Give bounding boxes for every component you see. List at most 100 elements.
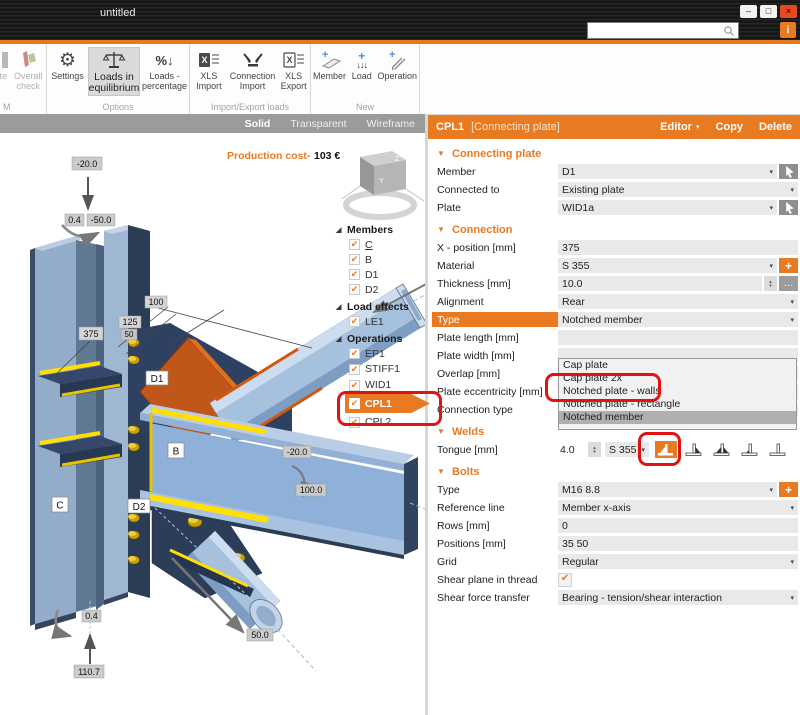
thickness-input[interactable]: 10.0 (558, 276, 762, 291)
close-button[interactable]: × (780, 5, 797, 18)
loads-percentage-button[interactable]: %↓ Loads - percentage (140, 47, 189, 92)
weld-type-butt[interactable] (767, 441, 789, 458)
tree-item-b[interactable]: ✔B (336, 252, 428, 267)
xls-import-icon: X (198, 48, 220, 72)
new-operation-button[interactable]: + Operation (375, 47, 419, 83)
field-alignment: Alignment Rear▾ (428, 294, 800, 309)
maximize-button[interactable]: □ (760, 5, 777, 18)
editor-menu-button[interactable]: Editor (660, 121, 692, 133)
tree-item-d1[interactable]: ✔D1 (336, 267, 428, 282)
svg-text:+: + (389, 49, 395, 61)
ribbon-group-options: ⚙ Settings Loads in equilibrium (47, 44, 190, 114)
new-member-button[interactable]: + Member (311, 47, 348, 83)
search-input[interactable] (587, 22, 739, 39)
shear-plane-checkbox[interactable]: ✔ (558, 573, 572, 587)
type-select[interactable]: Notched member▾ (558, 312, 798, 327)
bolt-type-select[interactable]: M16 8.8▾ (558, 482, 777, 497)
section-bolts[interactable]: ▼Bolts (428, 464, 800, 479)
load-label: 0.4 (65, 214, 84, 226)
operation-type: [Connecting plate] (471, 121, 560, 133)
tab-solid[interactable]: Solid (245, 118, 271, 130)
svg-text:C: C (56, 501, 63, 512)
connection-import-button[interactable]: Connection Import (228, 47, 278, 92)
balance-scale-icon (102, 48, 126, 72)
positions-input[interactable]: 35 50 (558, 536, 798, 551)
tab-transparent[interactable]: Transparent (290, 118, 346, 130)
load-label: 100.0 (296, 484, 326, 496)
pick-in-scene-button[interactable] (779, 200, 798, 215)
new-load-button[interactable]: + ↓↓↓ Load (348, 47, 375, 83)
checkbox-icon[interactable]: ✔ (349, 348, 360, 359)
checkbox-icon[interactable]: ✔ (349, 316, 360, 327)
dimension-label: 375 (79, 327, 103, 340)
calculate-button-partial[interactable]: te (0, 47, 11, 83)
checkbox-icon[interactable]: ✔ (349, 284, 360, 295)
tongue-input[interactable]: 4.0 (558, 442, 586, 457)
plate-select[interactable]: WID1a▾ (558, 200, 777, 215)
tree-item-stiff1[interactable]: ✔STIFF1 (336, 361, 428, 377)
add-bolt-assembly-button[interactable]: + (779, 482, 798, 497)
svg-text:100: 100 (148, 297, 163, 307)
section-connection[interactable]: ▼Connection (428, 222, 800, 237)
new-operation-icon: + (384, 48, 410, 72)
rows-input[interactable]: 0 (558, 518, 798, 533)
settings-button[interactable]: ⚙ Settings (47, 47, 88, 83)
member-select[interactable]: D1▾ (558, 164, 777, 179)
checkbox-icon[interactable]: ✔ (349, 380, 360, 391)
panel-header: CPL1 [Connecting plate] Editor ▾ Copy De… (428, 115, 800, 139)
alignment-select[interactable]: Rear▾ (558, 294, 798, 309)
add-material-button[interactable]: + (779, 258, 798, 273)
checkbox-icon[interactable]: ✔ (349, 364, 360, 375)
minimize-button[interactable]: – (740, 5, 757, 18)
dropdown-option-highlighted[interactable]: Notched member (559, 411, 796, 424)
member-label-c: C (52, 497, 68, 512)
chevron-down-icon: ▾ (769, 262, 773, 270)
xls-export-button[interactable]: X XLS Export (277, 47, 310, 92)
thickness-stepper[interactable]: ▴▾ (764, 276, 777, 291)
tree-section-load-effects[interactable]: ◢Load effects (336, 299, 428, 314)
pick-in-scene-button[interactable] (779, 164, 798, 179)
grid-select[interactable]: Regular▾ (558, 554, 798, 569)
xls-import-button[interactable]: X XLS Import (190, 47, 228, 92)
thickness-more-button[interactable]: … (779, 276, 798, 291)
reference-line-select[interactable]: Member x-axis▾ (558, 500, 798, 515)
load-label: -20.0 (283, 446, 311, 458)
x-position-input[interactable]: 375 (558, 240, 798, 255)
tree-section-operations[interactable]: ◢Operations (336, 331, 428, 346)
info-button[interactable]: i (780, 22, 796, 38)
navigation-cube[interactable]: Y Z (342, 151, 424, 217)
svg-text:0.4: 0.4 (85, 611, 98, 621)
connected-to-select[interactable]: Existing plate▾ (558, 182, 798, 197)
loads-in-equilibrium-button[interactable]: Loads in equilibrium (88, 47, 140, 96)
chevron-down-icon: ▾ (790, 504, 794, 512)
tab-wireframe[interactable]: Wireframe (367, 118, 415, 130)
tree-item-le1[interactable]: ✔LE1 (336, 314, 428, 329)
material-select[interactable]: S 355▾ (558, 258, 777, 273)
tree-item-c[interactable]: ✔C (336, 237, 428, 252)
field-type: Type Notched member▾ (428, 312, 800, 327)
section-connecting-plate[interactable]: ▼Connecting plate (428, 146, 800, 161)
percent-arrow-icon: %↓ (155, 48, 173, 72)
copy-button[interactable]: Copy (715, 121, 743, 133)
dropdown-option[interactable]: Cap plate (559, 359, 796, 372)
tongue-stepper[interactable]: ▴▾ (588, 442, 601, 457)
xls-export-icon: X (283, 48, 305, 72)
plate-length-input[interactable] (558, 330, 798, 345)
tree-section-members[interactable]: ◢Members (336, 222, 428, 237)
title-bar: untitled – □ × i (0, 0, 800, 40)
weld-type-fillet-other[interactable] (683, 441, 705, 458)
svg-text:D2: D2 (133, 502, 146, 513)
checkbox-icon[interactable]: ✔ (349, 269, 360, 280)
overall-check-icon (17, 48, 39, 72)
weld-type-fillet-both[interactable] (711, 441, 733, 458)
tree-item-d2[interactable]: ✔D2 (336, 282, 428, 297)
delete-button[interactable]: Delete (759, 121, 792, 133)
tree-item-ep1[interactable]: ✔EP1 (336, 346, 428, 361)
svg-text:50.0: 50.0 (251, 630, 269, 640)
weld-type-partial[interactable] (739, 441, 761, 458)
checkbox-icon[interactable]: ✔ (349, 254, 360, 265)
overall-check-button[interactable]: Overall check (11, 47, 47, 92)
shear-force-transfer-select[interactable]: Bearing - tension/shear interaction▾ (558, 590, 798, 605)
checkbox-icon[interactable]: ✔ (349, 239, 360, 250)
field-member: Member D1▾ (428, 164, 800, 179)
